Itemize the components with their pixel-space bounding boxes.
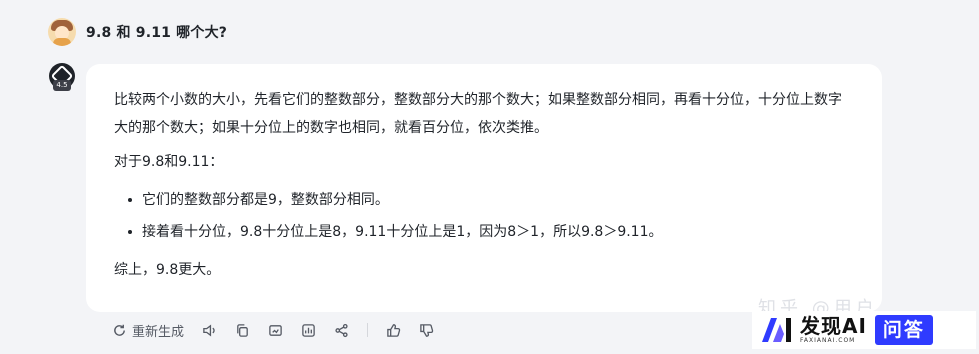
- user-message-row: 9.8 和 9.11 哪个大?: [48, 18, 227, 46]
- answer-card: 比较两个小数的大小，先看它们的整数部分，整数部分大的那个数大；如果整数部分相同，…: [86, 64, 882, 312]
- refresh-icon: [114, 324, 125, 336]
- answer-paragraph: 比较两个小数的大小，先看它们的整数部分，整数部分大的那个数大；如果整数部分相同，…: [114, 92, 842, 136]
- regenerate-label: 重新生成: [132, 324, 185, 340]
- chart-button[interactable]: [301, 320, 316, 340]
- thumbs-up-icon: [387, 323, 401, 337]
- share-icon: [335, 323, 348, 337]
- like-button[interactable]: [386, 320, 401, 340]
- share-image-button[interactable]: [268, 320, 283, 340]
- brand-tag: 问答: [874, 315, 933, 345]
- brand-name: 发现AI FAXIANAI.COM: [800, 315, 867, 345]
- user-question-text: 9.8 和 9.11 哪个大?: [86, 25, 228, 41]
- regenerate-button[interactable]: 重新生成: [112, 320, 184, 340]
- answer-intro: 对于9.8和9.11：: [114, 154, 224, 170]
- share-image-icon: [269, 324, 282, 336]
- copy-icon: [237, 323, 248, 337]
- answer-bullet: 接着看十分位，9.8十分位上是8，9.11十分位上是1，因为8＞1，所以9.8＞…: [128, 216, 854, 248]
- site-watermark: 发现AI FAXIANAI.COM 问答: [752, 311, 976, 349]
- chart-icon: [302, 323, 315, 337]
- copy-button[interactable]: [235, 320, 250, 340]
- read-aloud-button[interactable]: [202, 320, 217, 340]
- brand-logo-icon: [760, 316, 794, 344]
- share-button[interactable]: [334, 320, 349, 340]
- answer-action-bar: 重新生成: [112, 320, 434, 340]
- speaker-icon: [203, 324, 215, 336]
- bot-version-badge: 4.5: [53, 80, 71, 91]
- answer-bullet-list: 它们的整数部分都是9，整数部分相同。 接着看十分位，9.8十分位上是8，9.11…: [114, 184, 854, 248]
- answer-bullet: 它们的整数部分都是9，整数部分相同。: [128, 184, 854, 216]
- brand-name-main: 发现AI: [800, 314, 867, 338]
- dislike-button[interactable]: [419, 320, 434, 340]
- action-divider: [367, 323, 369, 337]
- brand-domain: FAXIANAI.COM: [800, 337, 856, 344]
- answer-summary: 综上，9.8更大。: [114, 262, 221, 278]
- user-avatar: [48, 18, 76, 46]
- thumbs-down-icon: [420, 323, 434, 337]
